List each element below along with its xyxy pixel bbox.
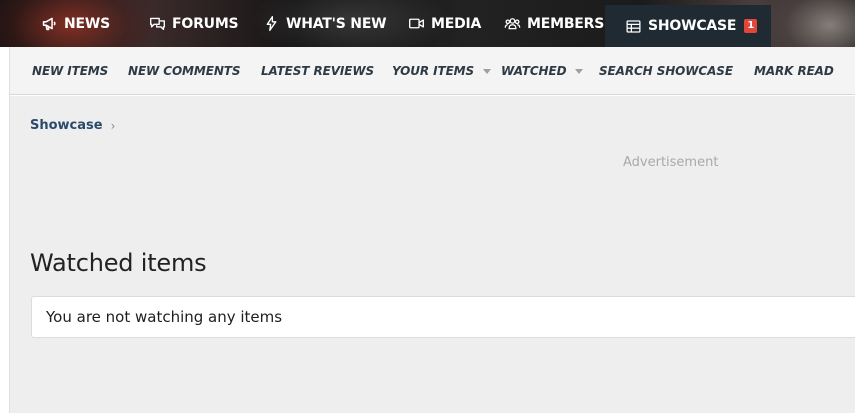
nav-item-members[interactable]: MEMBERS bbox=[503, 0, 604, 47]
nav-item-whats-new[interactable]: WHAT'S NEW bbox=[262, 0, 387, 47]
nav-item-label: NEWS bbox=[64, 15, 111, 32]
caret-down-icon[interactable] bbox=[575, 68, 584, 74]
megaphone-icon bbox=[40, 15, 58, 33]
subnav-watched[interactable]: WATCHED bbox=[501, 47, 584, 95]
subnav-label: MARK READ bbox=[754, 64, 834, 78]
breadcrumb-link-showcase[interactable]: Showcase bbox=[30, 118, 103, 133]
nav-item-label: WHAT'S NEW bbox=[286, 15, 387, 32]
header-background-image bbox=[760, 0, 855, 47]
subnav-label: NEW ITEMS bbox=[32, 64, 109, 78]
lightning-bolt-icon bbox=[262, 15, 280, 33]
chevron-right-icon: › bbox=[110, 118, 116, 133]
subnav-latest-reviews[interactable]: LATEST REVIEWS bbox=[261, 47, 374, 95]
empty-state-notice: You are not watching any items bbox=[31, 296, 855, 338]
subnav-label: SEARCH SHOWCASE bbox=[599, 64, 733, 78]
chat-bubbles-icon bbox=[148, 15, 166, 33]
subnav-your-items[interactable]: YOUR ITEMS bbox=[392, 47, 492, 95]
left-gutter bbox=[0, 47, 10, 413]
advertisement-label: Advertisement bbox=[623, 155, 719, 170]
subnav-mark-read[interactable]: MARK READ bbox=[754, 47, 834, 95]
users-icon bbox=[503, 15, 521, 33]
breadcrumb: Showcase › bbox=[30, 118, 115, 133]
nav-item-showcase[interactable]: SHOWCASE 1 bbox=[605, 5, 771, 47]
page-title: Watched items bbox=[30, 249, 207, 277]
nav-item-label: MEDIA bbox=[431, 15, 482, 32]
subnav-search-showcase[interactable]: SEARCH SHOWCASE bbox=[599, 47, 733, 95]
caret-down-icon[interactable] bbox=[483, 68, 492, 74]
subnav-new-comments[interactable]: NEW COMMENTS bbox=[128, 47, 241, 95]
video-camera-icon bbox=[407, 15, 425, 33]
subnav-label: WATCHED bbox=[501, 64, 567, 78]
notification-badge: 1 bbox=[744, 19, 758, 33]
nav-item-label: SHOWCASE bbox=[648, 18, 737, 34]
nav-item-media[interactable]: MEDIA bbox=[407, 0, 481, 47]
subnav-label: LATEST REVIEWS bbox=[261, 64, 375, 78]
nav-item-news[interactable]: NEWS bbox=[40, 0, 110, 47]
empty-state-message: You are not watching any items bbox=[46, 308, 283, 326]
nav-item-forums[interactable]: FORUMS bbox=[148, 0, 239, 47]
subnav-new-items[interactable]: NEW ITEMS bbox=[32, 47, 108, 95]
nav-item-label: FORUMS bbox=[172, 15, 239, 32]
top-navigation-bar: NEWS FORUMS WHAT'S NEW MEDIA MEMBERS SHO… bbox=[0, 0, 855, 47]
subnav-label: NEW COMMENTS bbox=[128, 64, 241, 78]
subnav-label: YOUR ITEMS bbox=[392, 64, 475, 78]
table-icon bbox=[625, 17, 642, 35]
main-content: Showcase › Advertisement Watched items Y… bbox=[10, 96, 855, 413]
nav-item-label: MEMBERS bbox=[527, 15, 605, 32]
sub-navigation-bar: NEW ITEMS NEW COMMENTS LATEST REVIEWS YO… bbox=[10, 47, 855, 95]
